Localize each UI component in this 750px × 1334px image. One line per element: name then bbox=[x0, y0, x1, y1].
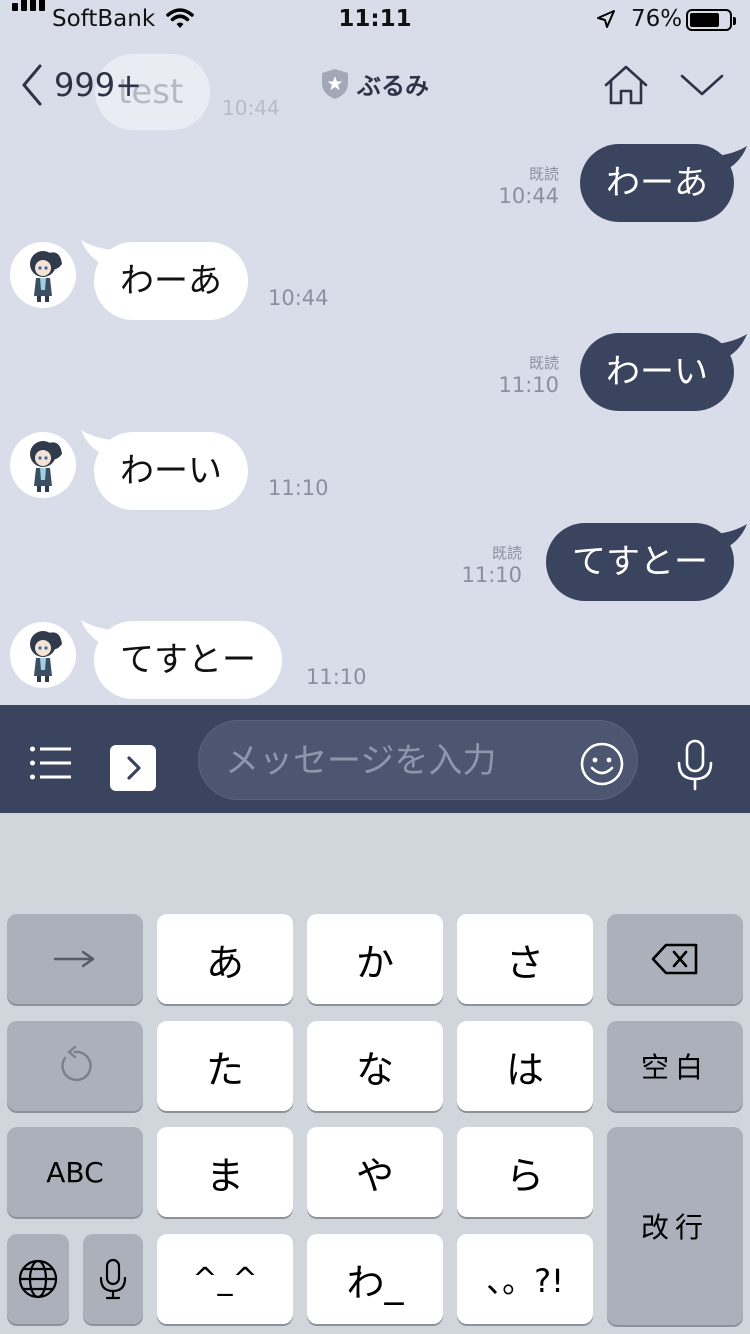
read-receipt: 既読 bbox=[491, 544, 522, 562]
microphone-icon[interactable] bbox=[676, 739, 714, 791]
key-ra[interactable]: ら bbox=[457, 1127, 593, 1217]
message-time: 11:10 bbox=[268, 476, 329, 500]
battery-percent: 76% bbox=[631, 6, 683, 32]
chevron-down-icon[interactable] bbox=[680, 72, 724, 98]
return-key[interactable]: 改行 bbox=[607, 1127, 743, 1325]
arrow-right-icon bbox=[53, 950, 95, 968]
emoji-icon[interactable] bbox=[579, 741, 625, 787]
message-time: 11:10 bbox=[306, 665, 367, 689]
message-meta: 既読 11:10 bbox=[498, 354, 559, 398]
keyboard: あ か さ た な は 空白 ABC ま や ら 改行 ^_^ わ_ 、。?! bbox=[0, 813, 750, 1334]
dictation-key[interactable] bbox=[83, 1234, 143, 1324]
avatar[interactable] bbox=[10, 622, 76, 688]
home-icon[interactable] bbox=[602, 64, 650, 106]
message-input-bar bbox=[0, 705, 750, 813]
key-sa[interactable]: さ bbox=[457, 914, 593, 1004]
menu-icon[interactable] bbox=[30, 745, 72, 781]
microphone-icon bbox=[99, 1258, 127, 1300]
message-time: 11:10 bbox=[461, 563, 522, 587]
key-na[interactable]: な bbox=[307, 1021, 443, 1111]
backspace-key[interactable] bbox=[607, 914, 743, 1004]
message-time: 11:10 bbox=[498, 373, 559, 397]
incoming-message-bubble[interactable]: てすとー bbox=[94, 621, 282, 699]
key-ha[interactable]: は bbox=[457, 1021, 593, 1111]
outgoing-message-bubble[interactable]: てすとー bbox=[546, 523, 734, 601]
outgoing-message-bubble[interactable]: わーあ bbox=[580, 144, 734, 222]
key-ya[interactable]: や bbox=[307, 1127, 443, 1217]
avatar-image bbox=[30, 441, 62, 492]
read-receipt: 既読 bbox=[528, 165, 559, 183]
undo-icon bbox=[61, 1046, 92, 1082]
avatar[interactable] bbox=[10, 432, 76, 498]
expand-button[interactable] bbox=[110, 745, 156, 791]
outgoing-message-bubble[interactable]: わーい bbox=[580, 333, 734, 411]
key-kaomoji[interactable]: ^_^ bbox=[157, 1234, 293, 1324]
key-undo[interactable] bbox=[7, 1021, 143, 1111]
abc-key[interactable]: ABC bbox=[7, 1127, 143, 1217]
key-punctuation[interactable]: 、。?! bbox=[457, 1234, 593, 1324]
incoming-message-bubble[interactable]: わーい bbox=[94, 432, 248, 510]
key-arrow[interactable] bbox=[7, 914, 143, 1004]
backspace-icon bbox=[651, 943, 698, 975]
incoming-message-bubble[interactable]: わーあ bbox=[94, 242, 248, 320]
key-ka[interactable]: か bbox=[307, 914, 443, 1004]
chevron-right-icon bbox=[127, 756, 141, 780]
key-ta[interactable]: た bbox=[157, 1021, 293, 1111]
globe-key[interactable] bbox=[7, 1234, 69, 1324]
official-shield-icon bbox=[322, 68, 348, 99]
message-field[interactable] bbox=[198, 720, 638, 800]
status-bar: SoftBank 11:11 76% bbox=[0, 0, 750, 40]
message-time: 10:44 bbox=[498, 184, 559, 208]
key-ma[interactable]: ま bbox=[157, 1127, 293, 1217]
globe-icon bbox=[18, 1259, 58, 1299]
location-arrow-icon bbox=[597, 10, 615, 28]
read-receipt: 既読 bbox=[528, 354, 559, 372]
key-wa[interactable]: わ_ bbox=[307, 1234, 443, 1324]
message-meta: 既読 10:44 bbox=[498, 165, 559, 209]
chat-title-text: ぶるみ bbox=[357, 72, 429, 100]
avatar-image bbox=[30, 251, 62, 302]
message-time: 10:44 bbox=[268, 286, 329, 310]
space-key[interactable]: 空白 bbox=[607, 1021, 743, 1111]
key-a[interactable]: あ bbox=[157, 914, 293, 1004]
battery-icon bbox=[686, 9, 736, 31]
avatar-image bbox=[30, 631, 62, 682]
avatar[interactable] bbox=[10, 242, 76, 308]
message-meta: 既読 11:10 bbox=[461, 544, 522, 588]
message-input[interactable] bbox=[225, 739, 555, 783]
